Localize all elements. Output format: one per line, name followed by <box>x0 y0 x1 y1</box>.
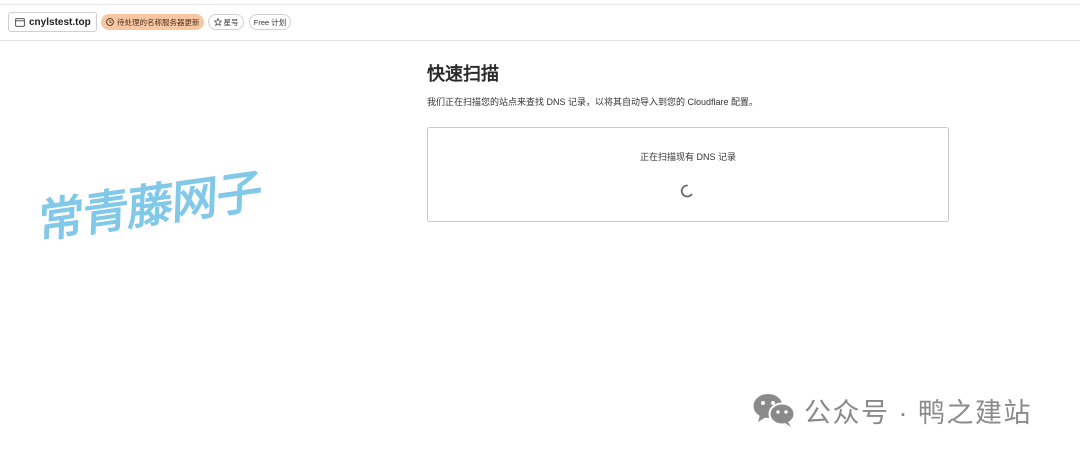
star-icon <box>213 18 222 26</box>
clock-icon <box>106 18 114 26</box>
site-header: cnylstest.top 待处理的名称服务器更新 星号 Free 计划 <box>0 5 1080 41</box>
footer-watermark: 公众号 · 鸭之建站 <box>752 392 1032 428</box>
page-description: 我们正在扫描您的站点来查找 DNS 记录，以将其自动导入到您的 Cloudfla… <box>427 97 759 107</box>
window-icon <box>15 17 25 27</box>
site-name: cnylstest.top <box>29 16 91 28</box>
page-title: 快速扫描 <box>427 64 499 84</box>
star-label: 星号 <box>223 17 239 27</box>
overlay-watermark: 常青藤网子 <box>37 164 263 249</box>
plan-badge[interactable]: Free 计划 <box>249 14 291 30</box>
plan-label: Free 计划 <box>253 17 287 27</box>
star-button[interactable]: 星号 <box>208 14 244 30</box>
status-badge-label: 待处理的名称服务器更新 <box>117 17 200 27</box>
site-selector[interactable]: cnylstest.top <box>8 12 97 32</box>
spinner-icon <box>679 183 695 199</box>
footer-watermark-text: 公众号 · 鸭之建站 <box>804 397 1032 428</box>
nameserver-status-badge[interactable]: 待处理的名称服务器更新 <box>101 14 204 30</box>
scan-status-text: 正在扫描现有 DNS 记录 <box>639 152 736 162</box>
wechat-icon <box>752 392 796 428</box>
scan-card: 正在扫描现有 DNS 记录 <box>427 127 949 222</box>
